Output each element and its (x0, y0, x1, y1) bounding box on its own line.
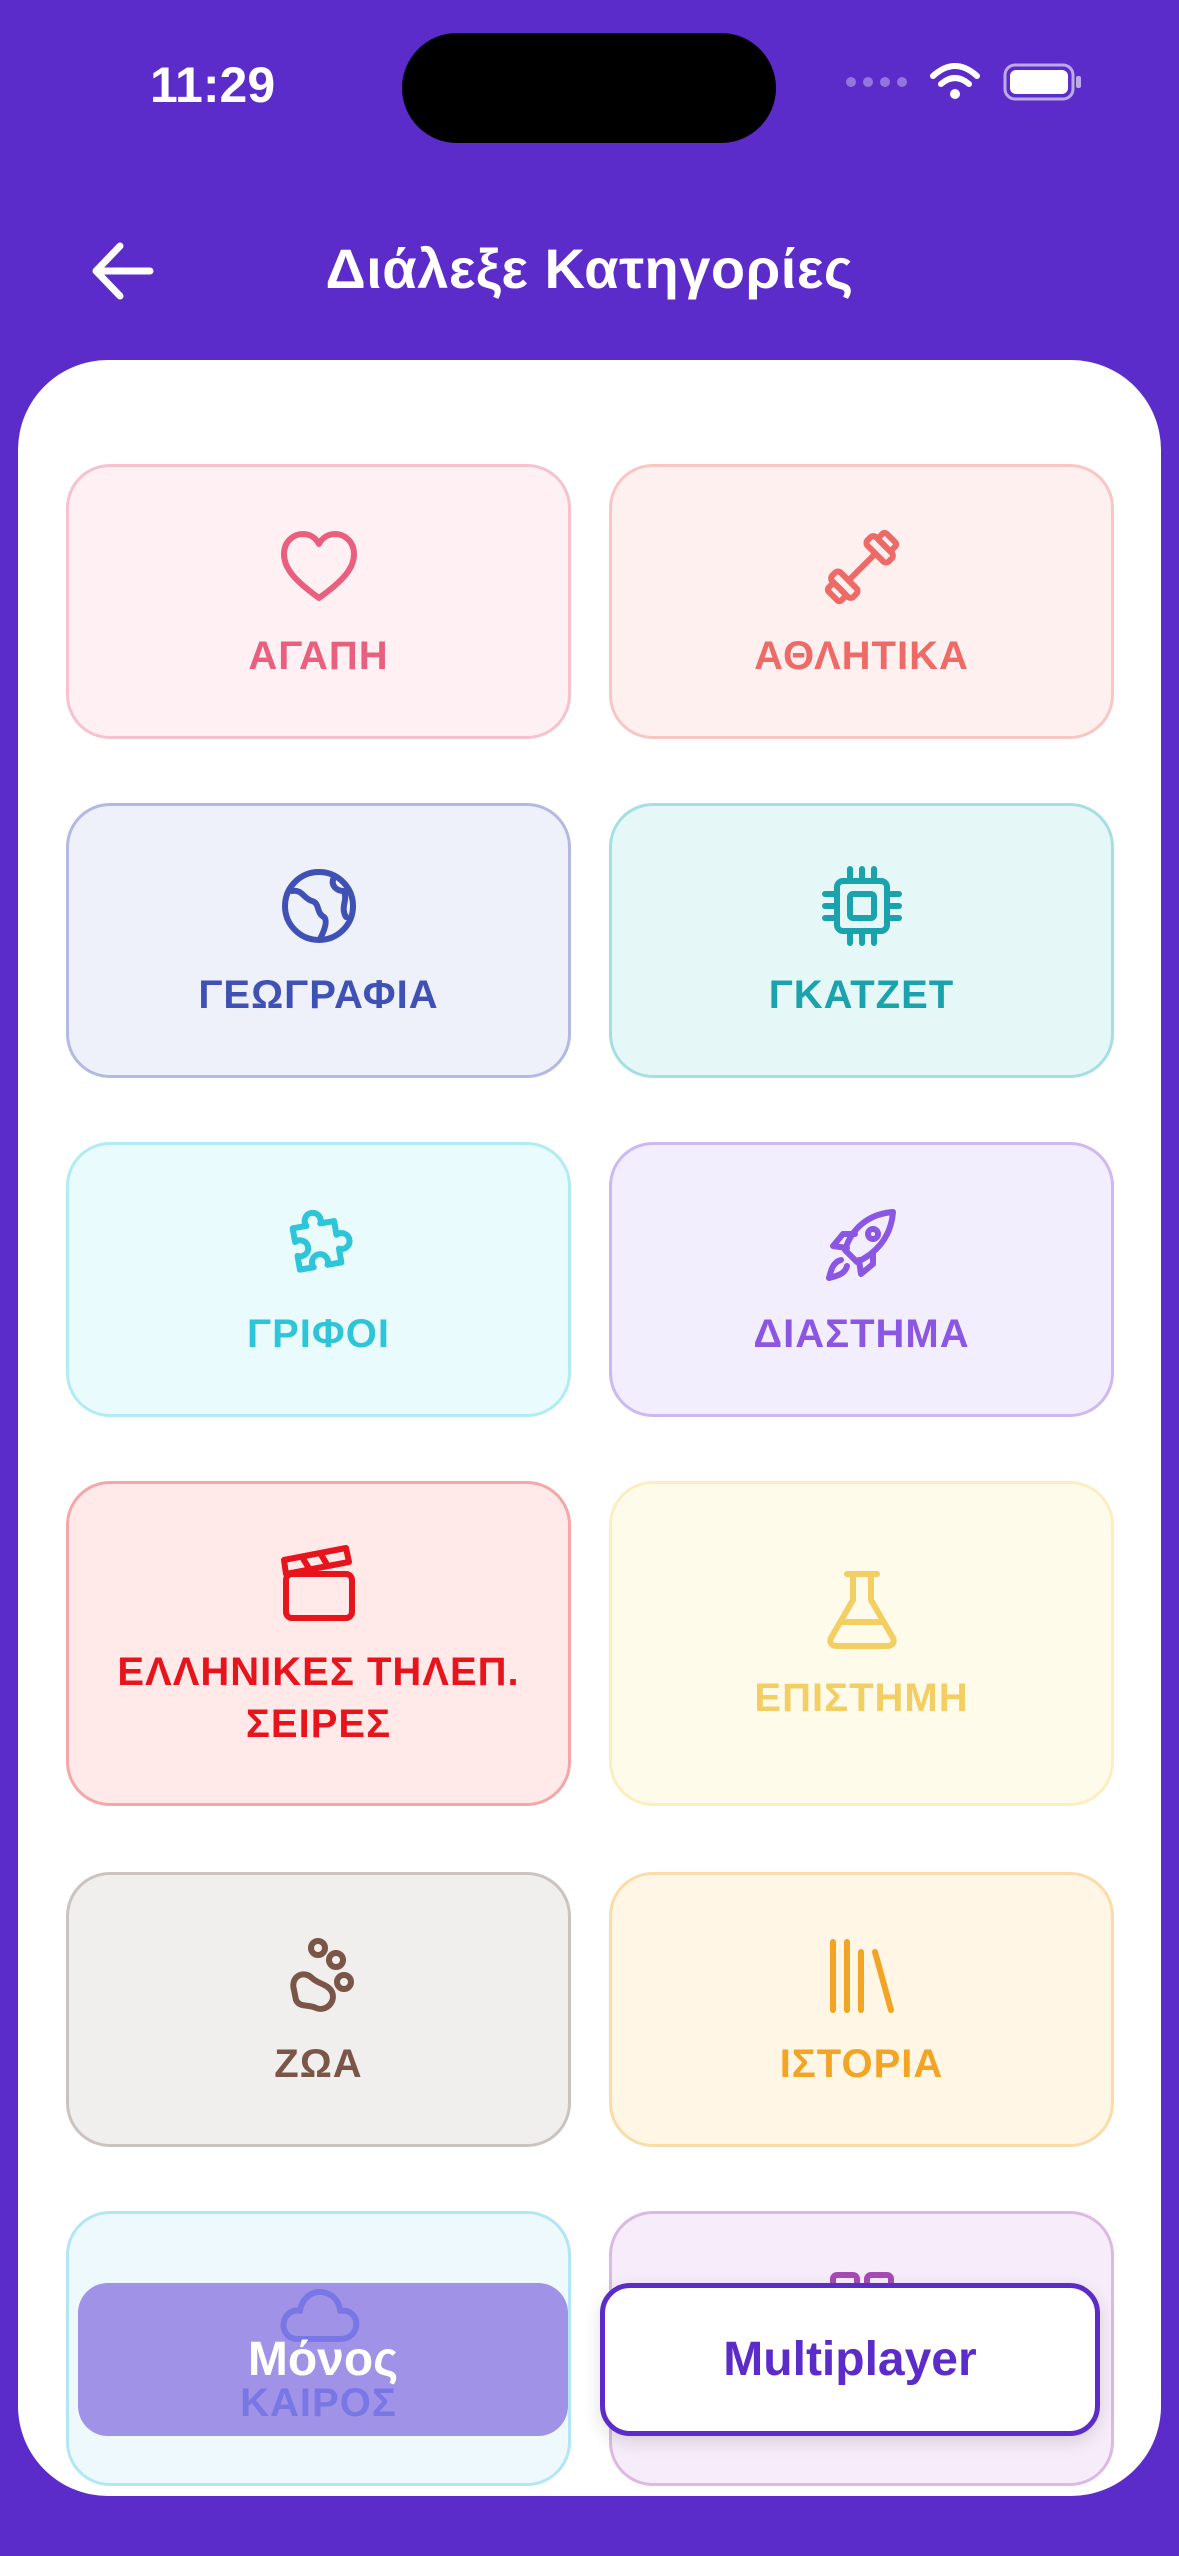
category-label: ΙΣΤΟΡΙΑ (779, 2041, 944, 2086)
category-card[interactable]: ΓΕΩΓΡΑΦΙΑ (66, 803, 571, 1078)
wifi-icon (930, 63, 980, 99)
category-label: ΖΩΑ (274, 2041, 363, 2086)
category-label: ΓΡΙΦΟΙ (247, 1311, 390, 1356)
solo-button[interactable]: Μόνος (78, 2283, 568, 2436)
page-title: Διάλεξε Κατηγορίες (325, 237, 854, 300)
heart-icon (280, 530, 357, 601)
category-label: ΕΠΙΣΤΗΜΗ (754, 1675, 969, 1720)
paw-icon (289, 1937, 354, 2012)
rocket-icon (825, 1208, 896, 1281)
books-icon (829, 1938, 894, 2013)
category-card[interactable]: ΑΘΛΗΤΙΚΑ (609, 464, 1114, 739)
status-icons (846, 62, 1083, 102)
category-label: ΔΙΑΣΤΗΜΑ (753, 1311, 970, 1356)
cellular-signal-icon (846, 77, 907, 87)
battery-icon (1003, 63, 1081, 101)
category-card[interactable]: ΔΙΑΣΤΗΜΑ (609, 1142, 1114, 1417)
category-label: ΕΛΛΗΝΙΚΕΣ ΤΗΛΕΠ. ΣΕΙΡΕΣ (117, 1649, 520, 1746)
category-card[interactable]: ΓΚΑΤΖΕΤ (609, 803, 1114, 1078)
category-card[interactable]: ΓΡΙΦΟΙ (66, 1142, 571, 1417)
category-label: ΓΕΩΓΡΑΦΙΑ (198, 972, 439, 1017)
status-time: 11:29 (150, 57, 276, 113)
globe-icon (281, 868, 356, 943)
category-label: ΑΓΑΠΗ (248, 633, 389, 678)
clapperboard-icon (280, 1544, 355, 1621)
chip-icon (821, 865, 902, 946)
dynamic-island (402, 33, 776, 143)
category-card[interactable]: ΙΣΤΟΡΙΑ (609, 1872, 1114, 2147)
categories-sheet: ΑΓΑΠΗ ΑΘΛΗΤΙΚΑ ΓΕΩΓΡΑΦΙΑ ΓΚΑΤΖΕΤ ΓΡΙΦΟΙ Δ… (18, 360, 1161, 2496)
category-label: ΓΚΑΤΖΕΤ (768, 972, 955, 1017)
flask-icon (826, 1570, 897, 1649)
category-label: ΑΘΛΗΤΙΚΑ (754, 633, 969, 678)
category-card[interactable]: ΕΛΛΗΝΙΚΕΣ ΤΗΛΕΠ. ΣΕΙΡΕΣ (66, 1481, 571, 1806)
puzzle-icon (289, 1209, 353, 1273)
dumbbell-icon (824, 529, 899, 604)
category-card[interactable]: ΕΠΙΣΤΗΜΗ (609, 1481, 1114, 1806)
category-card[interactable]: ΑΓΑΠΗ (66, 464, 571, 739)
multiplayer-button[interactable]: Multiplayer (600, 2283, 1100, 2436)
category-card[interactable]: ΖΩΑ (66, 1872, 571, 2147)
